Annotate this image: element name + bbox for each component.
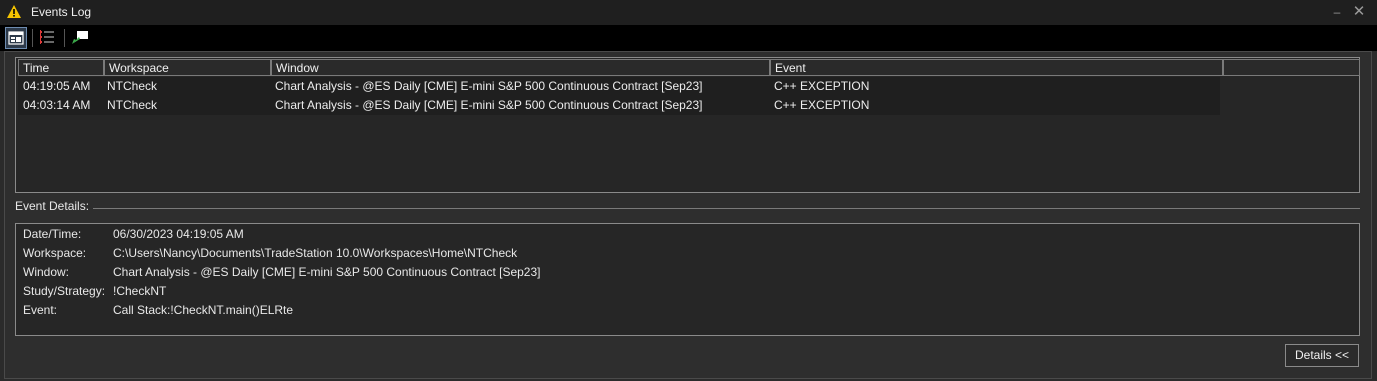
minimize-button[interactable]: – bbox=[1328, 3, 1346, 21]
cell-window: Chart Analysis - @ES Daily [CME] E-mini … bbox=[275, 79, 703, 93]
column-header-time[interactable]: Time bbox=[18, 59, 104, 76]
cell-workspace: NTCheck bbox=[107, 79, 158, 93]
detail-key: Event: bbox=[23, 303, 58, 317]
detail-key: Workspace: bbox=[23, 246, 87, 260]
events-grid[interactable]: Time Workspace Window Event 04:19:05 AM … bbox=[15, 57, 1360, 193]
event-details-label: Event Details: bbox=[15, 199, 90, 213]
window-title: Events Log bbox=[31, 5, 92, 19]
detail-value: Chart Analysis - @ES Daily [CME] E-mini … bbox=[113, 265, 541, 279]
event-list-icon bbox=[37, 30, 57, 50]
cell-event: C++ EXCEPTION bbox=[774, 79, 870, 93]
divider bbox=[93, 208, 1360, 209]
detail-key: Window: bbox=[23, 265, 70, 279]
cell-time: 04:19:05 AM bbox=[23, 79, 91, 93]
detail-value: 06/30/2023 04:19:05 AM bbox=[113, 227, 244, 241]
send-message-button[interactable] bbox=[70, 27, 92, 49]
layout-panel-button[interactable] bbox=[5, 27, 27, 49]
column-header-event[interactable]: Event bbox=[770, 59, 1223, 76]
close-button[interactable]: ✕ bbox=[1350, 3, 1368, 21]
cell-window: Chart Analysis - @ES Daily [CME] E-mini … bbox=[275, 98, 703, 112]
detail-key: Study/Strategy: bbox=[23, 284, 106, 298]
toolbar-separator bbox=[64, 29, 65, 47]
event-details-panel: Date/Time: 06/30/2023 04:19:05 AM Worksp… bbox=[15, 223, 1360, 336]
column-header-blank[interactable] bbox=[1223, 59, 1360, 76]
cell-workspace: NTCheck bbox=[107, 98, 158, 112]
layout-panel-icon bbox=[6, 31, 26, 51]
detail-value: Call Stack:!CheckNT.main()ELRte bbox=[113, 303, 294, 317]
table-row[interactable]: 04:03:14 AM NTCheck Chart Analysis - @ES… bbox=[18, 96, 1220, 115]
detail-value: !CheckNT bbox=[113, 284, 167, 298]
column-header-workspace[interactable]: Workspace bbox=[104, 59, 271, 76]
toolbar bbox=[0, 25, 1377, 51]
warning-icon bbox=[7, 5, 21, 21]
cell-event: C++ EXCEPTION bbox=[774, 98, 870, 112]
send-message-icon bbox=[70, 31, 90, 50]
cell-time: 04:03:14 AM bbox=[23, 98, 91, 112]
grid-header: Time Workspace Window Event bbox=[18, 59, 1360, 76]
toolbar-separator bbox=[32, 29, 33, 47]
detail-key: Date/Time: bbox=[23, 227, 82, 241]
event-list-button[interactable] bbox=[37, 27, 59, 49]
table-row[interactable]: 04:19:05 AM NTCheck Chart Analysis - @ES… bbox=[18, 77, 1220, 96]
detail-value: C:\Users\Nancy\Documents\TradeStation 10… bbox=[113, 246, 518, 260]
title-bar: Events Log – ✕ bbox=[0, 0, 1377, 25]
column-header-window[interactable]: Window bbox=[271, 59, 770, 76]
details-toggle-button[interactable]: Details << bbox=[1285, 344, 1359, 367]
